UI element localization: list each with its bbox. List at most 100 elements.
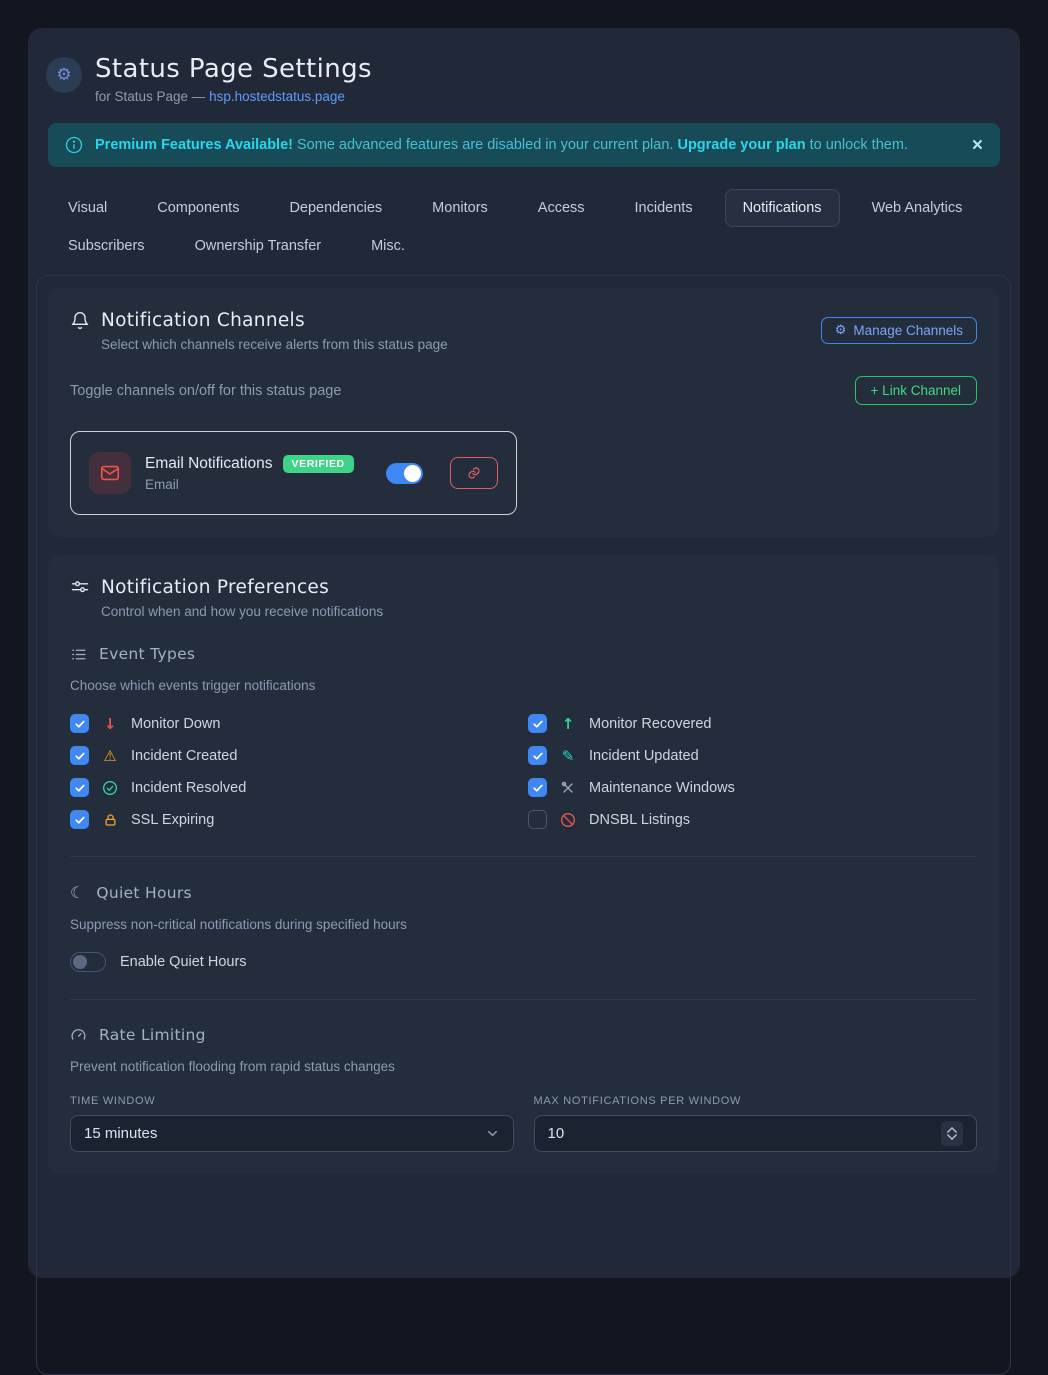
quiet-hours-toggle-label: Enable Quiet Hours xyxy=(120,954,247,970)
upgrade-plan-link[interactable]: Upgrade your plan xyxy=(677,137,805,153)
close-icon[interactable]: × xyxy=(972,136,983,155)
check-circle-icon xyxy=(101,780,119,796)
checkbox-incident-resolved[interactable] xyxy=(70,778,89,797)
page-subtitle: for Status Page — hsp.hostedstatus.page xyxy=(95,89,372,104)
verified-badge: VERIFIED xyxy=(283,455,354,473)
event-item-monitor-down[interactable]: ↓ Monitor Down xyxy=(70,714,528,733)
quiet-hours-subtitle: Suppress non-critical notifications duri… xyxy=(70,917,977,932)
channels-subtitle: Select which channels receive alerts fro… xyxy=(101,337,448,352)
tab-notifications[interactable]: Notifications xyxy=(725,189,840,227)
tab-monitors[interactable]: Monitors xyxy=(414,189,506,227)
toggle-hint: Toggle channels on/off for this status p… xyxy=(70,383,341,399)
event-item-incident-updated[interactable]: ✎ Incident Updated xyxy=(528,746,986,765)
email-channel-toggle[interactable] xyxy=(386,463,423,484)
tab-misc[interactable]: Misc. xyxy=(353,227,423,265)
event-label: Incident Updated xyxy=(589,748,699,764)
event-item-ssl-expiring[interactable]: SSL Expiring xyxy=(70,810,528,829)
time-window-label: TIME WINDOW xyxy=(70,1095,514,1107)
tab-ownership-transfer[interactable]: Ownership Transfer xyxy=(177,227,340,265)
number-stepper[interactable] xyxy=(941,1121,963,1146)
lock-icon xyxy=(101,812,119,828)
checkbox-maintenance-windows[interactable] xyxy=(528,778,547,797)
event-item-incident-created[interactable]: ⚠ Incident Created xyxy=(70,746,528,765)
list-icon xyxy=(70,646,87,663)
notifications-panel: Notification Channels Select which chann… xyxy=(36,275,1011,1375)
moon-icon: ☾ xyxy=(70,883,84,902)
event-label: Incident Resolved xyxy=(131,780,246,796)
channels-title: Notification Channels xyxy=(101,310,305,331)
settings-avatar: ⚙ xyxy=(46,57,82,93)
banner-text: Premium Features Available! Some advance… xyxy=(95,137,908,153)
event-item-monitor-recovered[interactable]: ↑ Monitor Recovered xyxy=(528,714,986,733)
notification-preferences-card: Notification Preferences Control when an… xyxy=(48,555,999,1174)
checkbox-monitor-recovered[interactable] xyxy=(528,714,547,733)
event-label: DNSBL Listings xyxy=(589,812,690,828)
max-notifications-field xyxy=(534,1115,978,1152)
info-icon xyxy=(65,136,83,154)
rate-limiting-subtitle: Prevent notification flooding from rapid… xyxy=(70,1059,977,1074)
link-channel-icon-button[interactable] xyxy=(450,457,498,489)
bell-icon xyxy=(70,311,90,331)
event-label: Monitor Recovered xyxy=(589,716,712,732)
arrow-down-icon: ↓ xyxy=(101,715,119,733)
page-title: Status Page Settings xyxy=(95,54,372,84)
pencil-icon: ✎ xyxy=(559,747,577,765)
event-types-title: Event Types xyxy=(99,645,195,663)
manage-channels-button[interactable]: ⚙ Manage Channels xyxy=(821,317,977,344)
tab-incidents[interactable]: Incidents xyxy=(617,189,711,227)
checkbox-ssl-expiring[interactable] xyxy=(70,810,89,829)
event-label: Monitor Down xyxy=(131,716,220,732)
checkbox-monitor-down[interactable] xyxy=(70,714,89,733)
divider xyxy=(70,999,977,1000)
warning-icon: ⚠ xyxy=(101,747,119,765)
tab-web-analytics[interactable]: Web Analytics xyxy=(854,189,981,227)
notification-channels-card: Notification Channels Select which chann… xyxy=(48,288,999,537)
arrow-up-icon: ↑ xyxy=(559,715,577,733)
gauge-icon xyxy=(70,1027,87,1044)
checkbox-incident-updated[interactable] xyxy=(528,746,547,765)
envelope-icon xyxy=(89,452,131,494)
premium-banner: Premium Features Available! Some advance… xyxy=(48,123,1000,167)
checkbox-dnsbl-listings[interactable] xyxy=(528,810,547,829)
checkbox-incident-created[interactable] xyxy=(70,746,89,765)
quiet-hours-toggle[interactable] xyxy=(70,952,106,972)
email-channel-card: Email Notifications VERIFIED Email xyxy=(70,431,517,515)
status-page-link[interactable]: hsp.hostedstatus.page xyxy=(209,89,345,104)
chain-link-icon xyxy=(467,466,481,480)
ban-icon xyxy=(559,812,577,828)
sliders-icon xyxy=(70,578,90,598)
rate-limiting-title: Rate Limiting xyxy=(99,1026,206,1044)
event-label: SSL Expiring xyxy=(131,812,214,828)
event-item-maintenance-windows[interactable]: Maintenance Windows xyxy=(528,778,986,797)
tab-dependencies[interactable]: Dependencies xyxy=(271,189,400,227)
tab-subscribers[interactable]: Subscribers xyxy=(50,227,163,265)
preferences-subtitle: Control when and how you receive notific… xyxy=(101,604,977,619)
event-types-grid: ↓ Monitor Down ↑ Monitor Recovered ⚠ Incident… xyxy=(70,714,986,829)
tab-access[interactable]: Access xyxy=(520,189,603,227)
event-label: Incident Created xyxy=(131,748,237,764)
channel-name: Email Notifications xyxy=(145,455,273,473)
event-item-dnsbl-listings[interactable]: DNSBL Listings xyxy=(528,810,986,829)
event-label: Maintenance Windows xyxy=(589,780,735,796)
channel-type: Email xyxy=(145,477,354,492)
gear-icon: ⚙ xyxy=(56,65,71,85)
chevron-up-icon xyxy=(947,1127,957,1133)
tools-icon xyxy=(559,780,577,796)
chevron-down-icon xyxy=(485,1126,500,1141)
tab-visual[interactable]: Visual xyxy=(50,189,125,227)
page-header: ⚙ Status Page Settings for Status Page —… xyxy=(28,28,1020,104)
chevron-down-icon xyxy=(947,1134,957,1140)
event-item-incident-resolved[interactable]: Incident Resolved xyxy=(70,778,528,797)
quiet-hours-title: Quiet Hours xyxy=(96,884,192,902)
divider xyxy=(70,856,977,857)
settings-tabs: Visual Components Dependencies Monitors Acce… xyxy=(50,189,1000,265)
event-types-subtitle: Choose which events trigger notification… xyxy=(70,678,977,693)
max-notifications-input[interactable] xyxy=(548,1125,942,1142)
max-notifications-label: MAX NOTIFICATIONS PER WINDOW xyxy=(534,1095,978,1107)
settings-window: ⚙ Status Page Settings for Status Page —… xyxy=(28,28,1020,1278)
link-channel-button[interactable]: + Link Channel xyxy=(855,376,977,405)
tab-components[interactable]: Components xyxy=(139,189,257,227)
preferences-title: Notification Preferences xyxy=(101,577,329,598)
time-window-value: 15 minutes xyxy=(84,1125,157,1142)
time-window-select[interactable]: 15 minutes xyxy=(70,1115,514,1152)
